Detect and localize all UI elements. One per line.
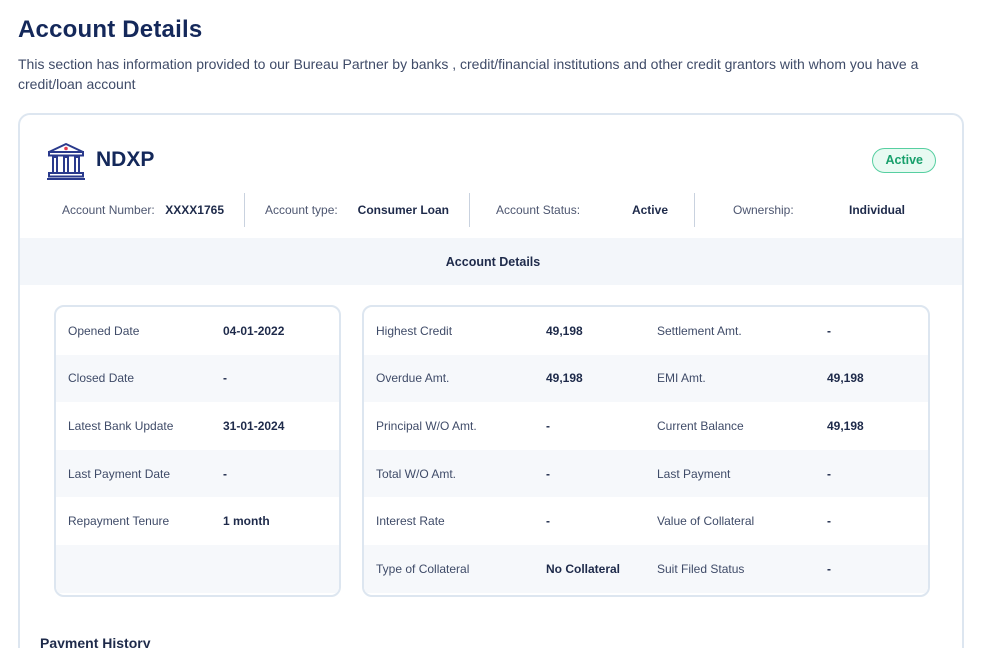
detail-value: - [827, 561, 831, 576]
detail-row: Overdue Amt. 49,198 EMI Amt. 49,198 [364, 354, 928, 403]
summary-account-status: Account Status: Active [470, 193, 695, 227]
dates-panel: Opened Date 04-01-2022 Closed Date - Lat… [54, 305, 341, 597]
detail-row: Highest Credit 49,198 Settlement Amt. - [364, 307, 928, 355]
detail-label: EMI Amt. [657, 371, 706, 386]
detail-value: 1 month [223, 514, 270, 529]
detail-label: Interest Rate [376, 514, 445, 529]
detail-label: Suit Filed Status [657, 561, 745, 576]
detail-value: - [546, 514, 550, 529]
detail-value: 04-01-2022 [223, 323, 285, 338]
status-badge: Active [872, 148, 936, 173]
summary-account-number: Account Number: XXXX1765 [20, 193, 245, 227]
detail-row: Principal W/O Amt. - Current Balance 49,… [364, 402, 928, 450]
detail-label: Current Balance [657, 418, 744, 433]
detail-label: Value of Collateral [657, 514, 755, 529]
detail-row: Repayment Tenure 1 month [56, 497, 339, 545]
summary-label: Account Status: [496, 203, 581, 217]
detail-label: Total W/O Amt. [376, 466, 457, 481]
summary-ownership: Ownership: Individual [695, 193, 941, 227]
summary-account-type: Account type: Consumer Loan [245, 193, 470, 227]
detail-row: Latest Bank Update 31-01-2024 [56, 402, 339, 450]
summary-value: Consumer Loan [357, 203, 449, 217]
summary-value: XXXX1765 [165, 203, 224, 217]
summary-value: Active [631, 203, 668, 217]
detail-row: Type of Collateral No Collateral Suit Fi… [364, 544, 928, 593]
detail-label: Opened Date [68, 323, 140, 338]
detail-value: - [546, 418, 550, 433]
summary-label: Ownership: [733, 203, 794, 217]
summary-value: Individual [848, 203, 905, 217]
bank-name: NDXP [96, 148, 155, 171]
summary-label: Account Number: [62, 203, 155, 217]
detail-value: 31-01-2024 [223, 418, 285, 433]
detail-row: Total W/O Amt. - Last Payment - [364, 449, 928, 498]
detail-label: Overdue Amt. [376, 371, 450, 386]
detail-label: Settlement Amt. [657, 323, 742, 338]
detail-label: Repayment Tenure [68, 514, 170, 529]
detail-value: - [546, 466, 550, 481]
account-card: NDXP Active Account Number: XXXX1765 Acc… [18, 113, 964, 648]
detail-label: Last Payment [657, 466, 731, 481]
detail-value: 49,198 [827, 418, 864, 433]
detail-row [56, 544, 339, 593]
detail-value: 49,198 [546, 371, 583, 386]
detail-row: Closed Date - [56, 354, 339, 403]
section-title-account-details: Account Details [20, 238, 962, 285]
detail-value: - [827, 323, 831, 338]
detail-value: 49,198 [827, 371, 864, 386]
detail-value: - [827, 466, 831, 481]
amounts-panel: Highest Credit 49,198 Settlement Amt. - … [362, 305, 930, 597]
detail-label: Principal W/O Amt. [376, 418, 477, 433]
detail-label: Latest Bank Update [68, 418, 174, 433]
payment-history-title: Payment History [40, 635, 151, 648]
bank-building-icon [47, 143, 85, 180]
summary-label: Account type: [265, 203, 338, 217]
detail-value: 49,198 [546, 323, 583, 338]
detail-label: Type of Collateral [376, 561, 470, 576]
detail-value: - [223, 466, 227, 481]
detail-label: Closed Date [68, 371, 135, 386]
account-summary: Account Number: XXXX1765 Account type: C… [20, 193, 962, 229]
detail-row: Last Payment Date - [56, 449, 339, 498]
detail-row: Opened Date 04-01-2022 [56, 307, 339, 355]
page-title: Account Details [18, 16, 203, 43]
detail-value: - [223, 371, 227, 386]
detail-value: - [827, 514, 831, 529]
detail-label: Highest Credit [376, 323, 453, 338]
detail-value: No Collateral [546, 561, 621, 576]
page-description: This section has information provided to… [18, 56, 919, 92]
detail-label: Last Payment Date [68, 466, 171, 481]
detail-row: Interest Rate - Value of Collateral - [364, 497, 928, 545]
